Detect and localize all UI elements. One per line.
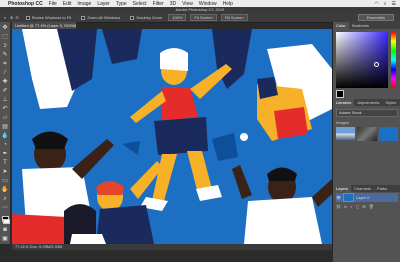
fit-screen-button[interactable]: Fit Screen (190, 14, 217, 21)
zoom-out-icon[interactable]: ⊖ (15, 15, 18, 20)
scrubby-zoom-label: Scrubby Zoom (136, 15, 163, 20)
quick-mask-icon[interactable]: ◙ (2, 227, 9, 234)
search-icon[interactable]: ⌕ (384, 1, 387, 7)
zoom-all-checkbox[interactable] (81, 15, 86, 20)
document-canvas[interactable] (12, 29, 332, 244)
document-tab[interactable]: Untitled @ 77.4% (Layer 0, RGB/8*) (12, 22, 76, 29)
adjustment-layer-icon[interactable]: ◐ (350, 204, 352, 209)
library-image-thumb[interactable] (357, 127, 377, 141)
brush-tool-icon[interactable]: ✐ (2, 88, 9, 95)
layers-panel: 👁 Layer 0 ⛓ fx ◐ ▢ ⊞ 🗑 (333, 193, 400, 262)
menu-item-select[interactable]: Select (133, 1, 147, 7)
library-section-label: Images (336, 120, 350, 125)
eyedropper-tool-icon[interactable]: ⁄ (2, 70, 9, 77)
menu-item-layer[interactable]: Layer (97, 1, 110, 7)
dodge-tool-icon[interactable]: ◔ (2, 142, 9, 149)
pen-tool-icon[interactable]: ✒ (2, 151, 9, 158)
status-bar: 77.41% Doc: 5.93M/5.93M (12, 244, 332, 250)
new-layer-icon[interactable]: ⊞ (362, 204, 365, 209)
fill-screen-button[interactable]: Fill Screen (220, 14, 248, 21)
menu-item-help[interactable]: Help (223, 1, 233, 7)
layer-row[interactable]: 👁 Layer 0 (336, 193, 398, 202)
zoom-tool-icon[interactable]: ⌕ (2, 196, 9, 203)
scrubby-zoom-checkbox[interactable] (130, 15, 135, 20)
shape-tool-icon[interactable]: ▭ (2, 178, 9, 185)
more-tools-icon[interactable]: ⋯ (2, 205, 9, 212)
library-image-thumb[interactable] (378, 127, 398, 141)
menu-app-name[interactable]: Photoshop CC (8, 1, 43, 7)
marquee-tool-icon[interactable]: ⬚ (2, 34, 9, 41)
move-tool-icon[interactable]: ✥ (2, 25, 9, 32)
zoom-tool-icon[interactable]: ⌕ (0, 15, 10, 20)
libraries-panel: Adobe Stock Images (333, 109, 400, 185)
color-picker-marker[interactable] (374, 62, 379, 67)
layer-fx-button[interactable]: fx (344, 204, 347, 209)
layer-thumbnail (343, 193, 354, 202)
menu-item-file[interactable]: File (49, 1, 57, 7)
zoom-in-icon[interactable]: ⊕ (10, 15, 13, 20)
menu-item-filter[interactable]: Filter (153, 1, 164, 7)
healing-brush-tool-icon[interactable]: ✚ (2, 79, 9, 86)
zoom-100-button[interactable]: 100% (168, 14, 187, 21)
color-panel-tabs: Color Swatches (333, 22, 400, 29)
menu-item-3d[interactable]: 3D (170, 1, 176, 7)
tab-adjustments[interactable]: Adjustments (354, 99, 382, 106)
tools-panel: ✥ ⬚ ↄ ✎ ⌗ ⁄ ✚ ✐ ⊥ ↶ ▱ ▤ 💧 ◔ ✒ T ➤ ▭ ✋ ⌕ … (0, 22, 11, 244)
eye-icon[interactable]: 👁 (336, 195, 341, 200)
trash-icon[interactable]: 🗑 (369, 204, 374, 209)
color-panel (333, 29, 400, 99)
menu-icon[interactable]: ☰ (392, 1, 396, 7)
background-color-swatch[interactable] (3, 218, 10, 224)
menu-item-image[interactable]: Image (77, 1, 91, 7)
quick-select-tool-icon[interactable]: ✎ (2, 52, 9, 59)
workspace-switcher[interactable]: Essentials (357, 14, 394, 21)
wifi-icon[interactable]: ◠ (374, 1, 378, 7)
layer-name[interactable]: Layer 0 (356, 195, 369, 200)
menu-item-window[interactable]: Window (199, 1, 217, 7)
hue-slider[interactable] (391, 32, 396, 88)
dance-party-illustration (12, 29, 332, 244)
tab-libraries[interactable]: Libraries (333, 99, 355, 106)
resize-windows-label: Resize Windows to Fit (31, 15, 72, 20)
tab-styles[interactable]: Styles (382, 99, 399, 106)
menu-item-view[interactable]: View (182, 1, 193, 7)
libraries-panel-tabs: Libraries Adjustments Styles (333, 99, 400, 106)
tab-layers[interactable]: Layers (333, 185, 352, 192)
history-brush-tool-icon[interactable]: ↶ (2, 106, 9, 113)
foreground-color-chip[interactable] (336, 90, 344, 98)
tab-paths[interactable]: Paths (374, 185, 390, 192)
screen-mode-icon[interactable]: ▣ (2, 236, 9, 243)
clone-stamp-tool-icon[interactable]: ⊥ (2, 97, 9, 104)
menu-item-edit[interactable]: Edit (63, 1, 72, 7)
tab-swatches[interactable]: Swatches (349, 22, 372, 29)
menu-bar: Photoshop CC File Edit Image Layer Type … (0, 0, 400, 7)
eraser-tool-icon[interactable]: ▱ (2, 115, 9, 122)
layer-buttons: ⛓ fx ◐ ▢ ⊞ 🗑 (336, 204, 398, 209)
layers-panel-tabs: Layers Channels Paths (333, 185, 400, 192)
panel-dock: Color Swatches Libraries Adjustments Sty… (332, 22, 400, 262)
library-image-thumb[interactable] (336, 127, 356, 141)
path-select-tool-icon[interactable]: ➤ (2, 169, 9, 176)
tab-color[interactable]: Color (333, 22, 349, 29)
library-dropdown[interactable]: Adobe Stock (336, 109, 398, 117)
crop-tool-icon[interactable]: ⌗ (2, 61, 9, 68)
link-layers-icon[interactable]: ⛓ (336, 204, 341, 209)
blur-tool-icon[interactable]: 💧 (1, 133, 8, 140)
hand-tool-icon[interactable]: ✋ (1, 187, 8, 194)
mask-icon[interactable]: ▢ (356, 204, 360, 209)
type-tool-icon[interactable]: T (2, 160, 9, 167)
lasso-tool-icon[interactable]: ↄ (2, 43, 9, 50)
resize-windows-checkbox[interactable] (25, 15, 30, 20)
zoom-all-label: Zoom All Windows (87, 15, 121, 20)
tab-channels[interactable]: Channels (351, 185, 374, 192)
menu-item-type[interactable]: Type (116, 1, 127, 7)
gradient-tool-icon[interactable]: ▤ (2, 124, 9, 131)
color-field[interactable] (336, 32, 388, 88)
